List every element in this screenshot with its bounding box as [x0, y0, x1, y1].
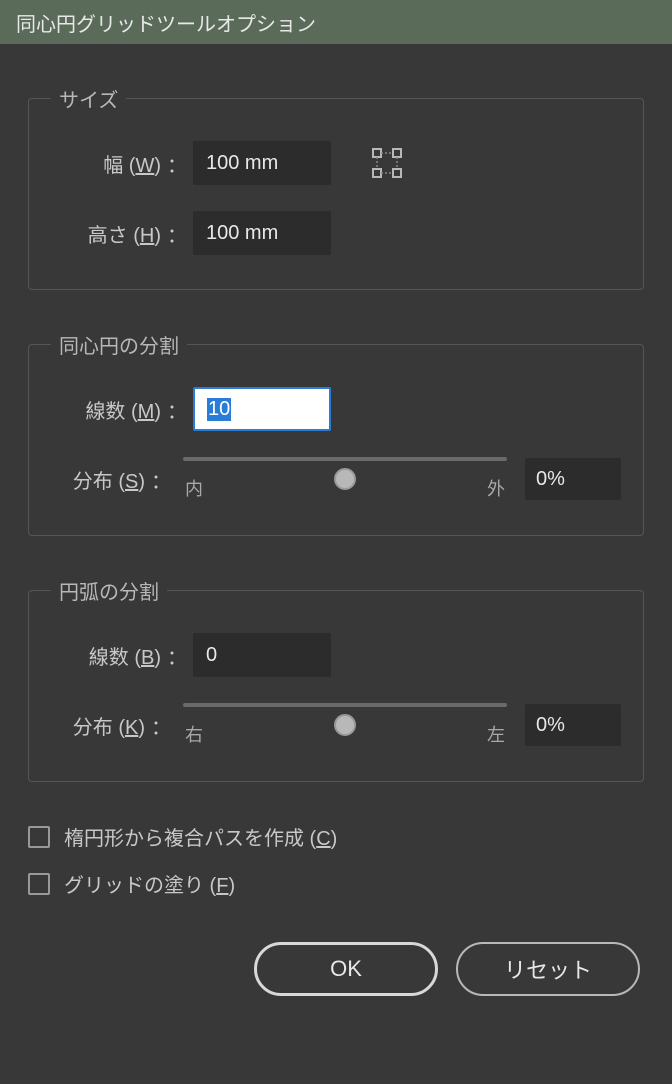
dialog-title: 同心円グリッドツールオプション	[16, 8, 316, 37]
size-legend: サイズ	[51, 84, 126, 113]
height-input[interactable]	[193, 211, 331, 255]
fill-grid-checkbox[interactable]	[28, 873, 50, 895]
slider-thumb[interactable]	[334, 714, 356, 736]
width-label: 幅 (W)	[51, 149, 161, 178]
dialog-buttons: OK リセット	[28, 942, 644, 996]
concentric-skew-input[interactable]	[525, 458, 621, 500]
radial-count-label: 線数 (B)	[51, 641, 161, 670]
fill-grid-row[interactable]: グリッドの塗り (F)	[28, 869, 644, 898]
radial-skew-left-label: 右	[185, 721, 203, 747]
compound-path-row[interactable]: 楕円形から複合パスを作成 (C)	[28, 822, 644, 851]
radial-count-row: 線数 (B) ：	[51, 633, 621, 677]
dialog-content: サイズ 幅 (W) ： 高	[0, 44, 672, 1026]
radial-legend: 円弧の分割	[51, 576, 167, 605]
radial-skew-slider[interactable]: 右 左	[183, 703, 507, 747]
radial-skew-row: 分布 (K) ： 右 左	[51, 703, 621, 747]
concentric-skew-label: 分布 (S)	[51, 465, 145, 494]
concentric-count-input[interactable]: 10	[193, 387, 331, 431]
concentric-group: 同心円の分割 線数 (M) ： 10 分布 (S) ： 内 外	[28, 330, 644, 536]
radial-skew-label: 分布 (K)	[51, 711, 145, 740]
fill-grid-label: グリッドの塗り (F)	[64, 869, 235, 898]
concentric-count-label: 線数 (M)	[51, 395, 161, 424]
height-row: 高さ (H) ：	[51, 211, 621, 255]
ok-button[interactable]: OK	[254, 942, 438, 996]
concentric-skew-right-label: 外	[487, 475, 505, 501]
radial-group: 円弧の分割 線数 (B) ： 分布 (K) ： 右 左	[28, 576, 644, 782]
constrain-proportions-icon[interactable]	[367, 143, 407, 183]
width-row: 幅 (W) ：	[51, 141, 621, 185]
concentric-skew-slider[interactable]: 内 外	[183, 457, 507, 501]
reset-button[interactable]: リセット	[456, 942, 640, 996]
dialog-titlebar: 同心円グリッドツールオプション	[0, 0, 672, 44]
concentric-skew-row: 分布 (S) ： 内 外	[51, 457, 621, 501]
radial-skew-right-label: 左	[487, 721, 505, 747]
concentric-skew-left-label: 内	[185, 475, 203, 501]
radial-skew-input[interactable]	[525, 704, 621, 746]
size-group: サイズ 幅 (W) ： 高	[28, 84, 644, 290]
width-input[interactable]	[193, 141, 331, 185]
concentric-legend: 同心円の分割	[51, 330, 187, 359]
compound-path-checkbox[interactable]	[28, 826, 50, 848]
radial-count-input[interactable]	[193, 633, 331, 677]
height-label: 高さ (H)	[51, 219, 161, 248]
concentric-count-row: 線数 (M) ： 10	[51, 387, 621, 431]
compound-path-label: 楕円形から複合パスを作成 (C)	[64, 822, 337, 851]
slider-thumb[interactable]	[334, 468, 356, 490]
